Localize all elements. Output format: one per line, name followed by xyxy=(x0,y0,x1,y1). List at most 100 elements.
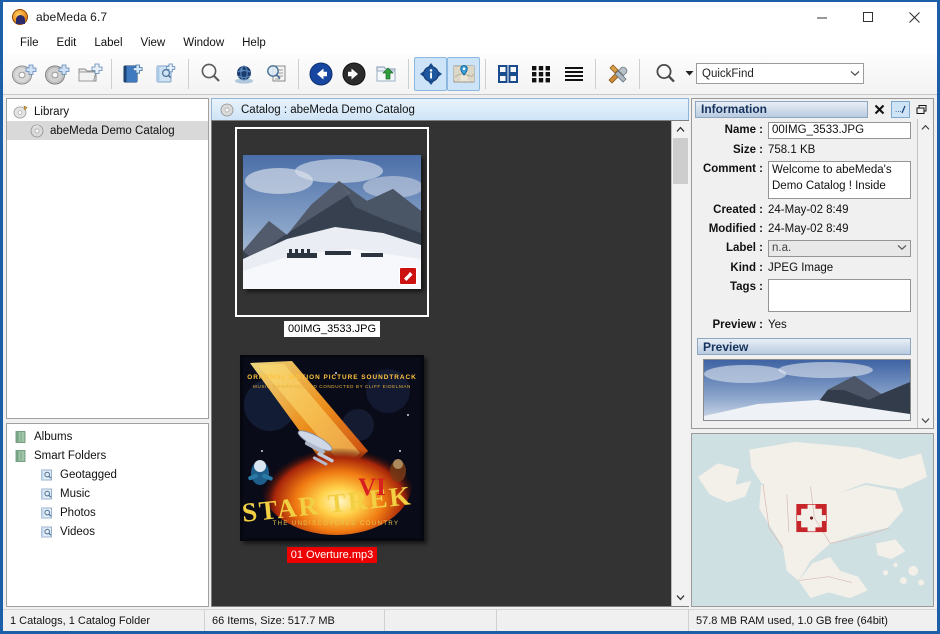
toolbar-group-search xyxy=(194,53,293,94)
globe-search-icon[interactable] xyxy=(227,57,260,91)
toolbar-separator xyxy=(188,58,189,89)
thumbnail-item[interactable]: ORIGINAL MOTION PICTURE SOUNDTRACK MUSIC… xyxy=(218,353,446,577)
quickfind-group: QuickFind xyxy=(649,57,864,91)
menu-edit[interactable]: Edit xyxy=(48,35,86,51)
menu-window[interactable]: Window xyxy=(174,35,233,51)
label-select[interactable]: n.a. xyxy=(768,240,911,257)
north-america-map[interactable] xyxy=(691,433,934,607)
menu-file[interactable]: File xyxy=(11,35,48,51)
scroll-down-icon[interactable] xyxy=(671,589,689,606)
menu-view[interactable]: View xyxy=(132,35,175,51)
scroll-up-icon[interactable] xyxy=(919,120,933,134)
information-edit-button[interactable]: ... xyxy=(891,100,910,118)
created-value: 24-May-02 8:49 xyxy=(768,204,849,216)
sidebar-label-library: Library xyxy=(34,105,70,118)
application-window: abeMeda 6.7 File Edit Label View Window … xyxy=(0,0,940,634)
add-disc-icon[interactable] xyxy=(40,57,73,91)
thumbnail-grid[interactable]: 00IMG_3533.JPG ORIGINAL MOTION PICTURE S… xyxy=(212,121,671,606)
field-name: Name : 00IMG_3533.JPG xyxy=(692,122,917,139)
status-memory: 57.8 MB RAM used, 1.0 GB free (64bit) xyxy=(696,614,888,627)
maximize-button[interactable] xyxy=(845,2,891,32)
toolbar: QuickFind xyxy=(3,53,937,95)
tools-icon[interactable] xyxy=(601,57,634,91)
quickfind-input[interactable]: QuickFind xyxy=(696,63,864,84)
find-icon[interactable] xyxy=(194,57,227,91)
scrollbar-track[interactable] xyxy=(671,138,689,589)
status-items: 66 Items, Size: 517.7 MB xyxy=(205,610,385,631)
thumbnail-frame-selected[interactable] xyxy=(235,127,429,317)
smart-query-icon xyxy=(39,486,55,502)
map-pin-icon[interactable] xyxy=(447,56,480,91)
new-catalog-icon[interactable] xyxy=(7,57,40,91)
sidebar-item-albums[interactable]: Albums xyxy=(7,427,208,446)
search-icon[interactable] xyxy=(649,57,682,91)
scroll-up-icon[interactable] xyxy=(671,121,689,138)
new-smart-folder-icon[interactable] xyxy=(150,57,183,91)
menu-label[interactable]: Label xyxy=(85,35,131,51)
back-arrow-icon[interactable] xyxy=(304,57,337,91)
scroll-down-icon[interactable] xyxy=(919,413,933,427)
find-duplicates-icon[interactable] xyxy=(260,57,293,91)
thumbnail-frame[interactable] xyxy=(243,579,421,606)
right-panel: Information ... Name: 00IMG_3533.JPG Si… xyxy=(689,95,937,609)
catalog-disc-icon xyxy=(29,123,45,139)
folder-up-icon[interactable] xyxy=(370,57,403,91)
information-close-button[interactable] xyxy=(870,100,889,118)
toolbar-group-navigation xyxy=(304,53,403,94)
information-vertical-scrollbar[interactable] xyxy=(917,119,933,428)
library-icon xyxy=(13,104,29,120)
field-size: Size : 758.1 KB xyxy=(692,142,917,158)
quickfind-chevron-down-icon[interactable] xyxy=(846,64,863,83)
smart-folder-icon xyxy=(13,448,29,464)
comment-textarea[interactable]: Welcome to abeMeda's Demo Catalog ! Insi… xyxy=(768,161,911,199)
catalog-view: Catalog : abeMeda Demo Catalog 00IMG_353… xyxy=(211,95,689,609)
tags-input[interactable] xyxy=(768,279,911,312)
sidebar-item-geotagged[interactable]: Geotagged xyxy=(7,465,208,484)
smart-query-icon xyxy=(39,524,55,540)
thumbnails-vertical-scrollbar[interactable] xyxy=(671,121,689,606)
new-album-icon[interactable] xyxy=(117,57,150,91)
scrollbar-thumb[interactable] xyxy=(672,138,688,184)
field-label-created: Created : xyxy=(713,204,763,216)
albums-folder-icon xyxy=(13,429,29,445)
info-icon[interactable] xyxy=(414,56,447,91)
field-preview: Preview : Yes xyxy=(692,317,917,333)
catalog-tab[interactable]: Catalog : abeMeda Demo Catalog xyxy=(211,98,689,120)
information-expand-button[interactable] xyxy=(912,100,931,118)
sidebar-item-music[interactable]: Music xyxy=(7,484,208,503)
toolbar-group-viewmode xyxy=(491,53,590,94)
svg-text:...: ... xyxy=(895,105,902,114)
sidebar-item-library[interactable]: Library xyxy=(7,102,208,121)
sidebar-item-videos[interactable]: Videos xyxy=(7,522,208,541)
status-cell-4 xyxy=(497,610,689,631)
toolbar-separator xyxy=(595,58,596,89)
search-options-chevron-icon[interactable] xyxy=(682,59,696,89)
field-tags: Tags : xyxy=(692,279,917,312)
field-label-preview: Preview : xyxy=(712,319,764,331)
close-button[interactable] xyxy=(891,2,937,32)
name-input[interactable]: 00IMG_3533.JPG xyxy=(768,122,911,139)
information-title: Information xyxy=(695,100,868,118)
forward-arrow-icon[interactable] xyxy=(337,57,370,91)
menu-bar: File Edit Label View Window Help xyxy=(3,32,937,53)
sidebar-item-photos[interactable]: Photos xyxy=(7,503,208,522)
kind-value: JPEG Image xyxy=(768,262,834,274)
sidebar-item-smart-folders[interactable]: Smart Folders xyxy=(7,446,208,465)
menu-help[interactable]: Help xyxy=(233,35,275,51)
sidebar-item-demo-catalog[interactable]: abeMeda Demo Catalog xyxy=(7,121,208,140)
snowy-mountain-photo xyxy=(243,155,421,289)
sidebar-label-demo-catalog: abeMeda Demo Catalog xyxy=(50,124,175,137)
add-folder-icon[interactable] xyxy=(73,57,106,91)
thumbnail-frame[interactable]: ORIGINAL MOTION PICTURE SOUNDTRACK MUSIC… xyxy=(240,353,424,543)
thumbnail-item[interactable]: 00IMG_3533.JPG xyxy=(218,127,446,351)
thumbnail-item[interactable]: 040926-N-6213R-003.jpg xyxy=(218,579,446,606)
minimize-button[interactable] xyxy=(799,2,845,32)
list-view-icon[interactable] xyxy=(557,57,590,91)
information-fields: Name : 00IMG_3533.JPG Size : 758.1 KB Co… xyxy=(692,119,917,428)
information-body: Name : 00IMG_3533.JPG Size : 758.1 KB Co… xyxy=(692,119,933,428)
size-value: 758.1 KB xyxy=(768,144,816,156)
thumbnail-view-icon[interactable] xyxy=(491,57,524,91)
field-label-modified: Modified : xyxy=(708,223,763,235)
small-icon-view-icon[interactable] xyxy=(524,57,557,91)
title-bar: abeMeda 6.7 xyxy=(3,2,937,32)
